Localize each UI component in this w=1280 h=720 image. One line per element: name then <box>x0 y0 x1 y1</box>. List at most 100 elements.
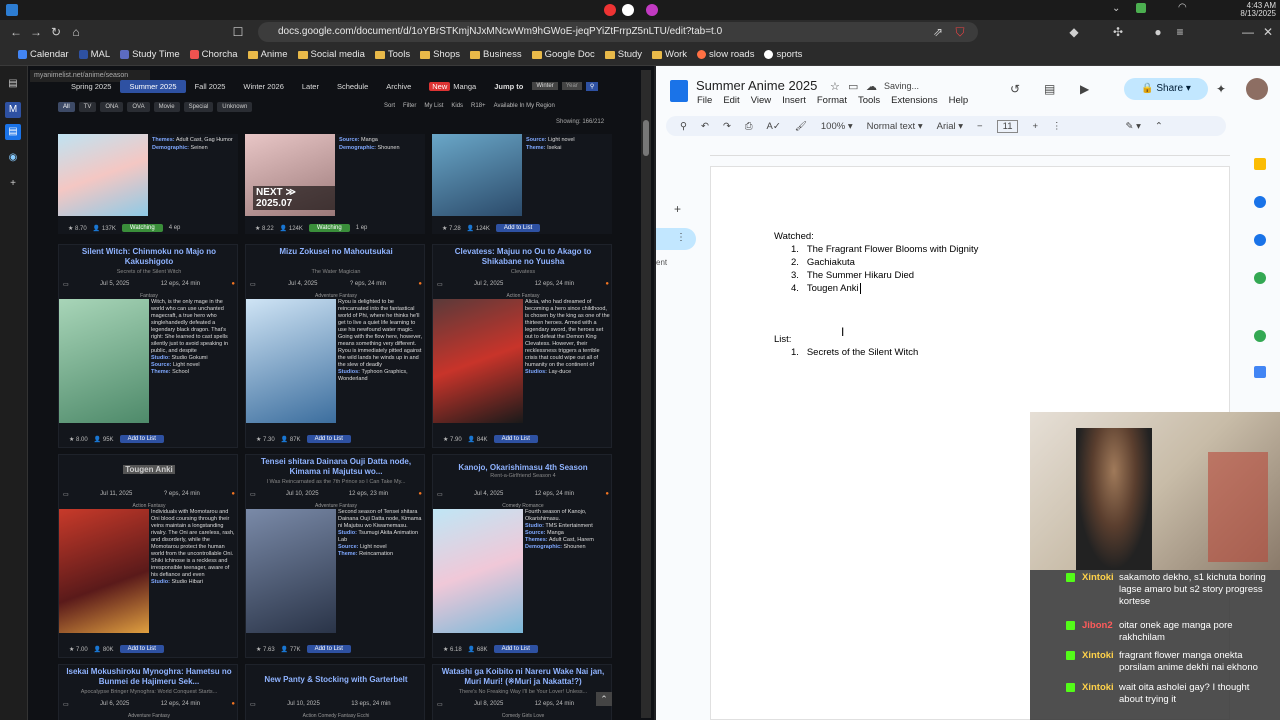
crunchyroll-icon[interactable]: ● <box>231 281 235 288</box>
region-checkbox[interactable]: Available In My Region <box>494 103 555 109</box>
anime-poster[interactable] <box>58 134 148 216</box>
filter-ova[interactable]: OVA <box>127 102 150 112</box>
watching-button[interactable]: Watching <box>121 224 163 232</box>
anime-title[interactable]: Mizu Zokusei no Mahoutsukai <box>250 247 422 257</box>
paint-format-icon[interactable]: 🖌 <box>795 121 807 132</box>
address-bar[interactable]: docs.google.com/document/d/1oYBrSTKmjNJx… <box>258 22 978 42</box>
jump-season-select[interactable]: Winter <box>532 82 558 90</box>
add-to-list-button[interactable]: Add to List <box>119 645 164 653</box>
bookmark-google-doc[interactable]: Google Doc <box>531 49 595 60</box>
keep-icon[interactable] <box>1254 158 1266 170</box>
outlook-icon[interactable] <box>1254 366 1266 378</box>
anime-title[interactable]: New Panty & Stocking with Garterbelt <box>250 675 422 685</box>
extension-icon[interactable] <box>622 4 634 16</box>
anime-poster[interactable] <box>432 134 522 216</box>
bookmark-slow-roads[interactable]: slow roads <box>697 49 754 60</box>
anime-title[interactable]: Watashi ga Koibito ni Nareru Wake Nai ja… <box>437 667 609 687</box>
add-icon[interactable]: + <box>5 176 21 192</box>
crunchyroll-icon[interactable]: ● <box>418 491 422 498</box>
anime-poster[interactable] <box>246 509 336 633</box>
sort-dropdown[interactable]: Sort <box>384 103 395 109</box>
docs-logo-icon[interactable] <box>670 80 688 102</box>
anime-poster[interactable] <box>59 509 149 633</box>
add-tab-icon[interactable]: + <box>674 202 681 216</box>
home-icon[interactable]: ⌂ <box>68 24 84 40</box>
add-to-list-button[interactable]: Add to List <box>119 435 164 443</box>
anime-poster[interactable] <box>59 299 149 423</box>
move-folder-icon[interactable]: ▭ <box>848 80 858 93</box>
more-icon[interactable]: ⋮ <box>1052 121 1062 132</box>
filter-all[interactable]: All <box>58 102 75 112</box>
search-menu-icon[interactable]: ⚲ <box>680 121 687 132</box>
mal-icon[interactable]: M <box>5 102 21 118</box>
bookmark-study-time[interactable]: Study Time <box>120 49 180 60</box>
meet-icon[interactable]: ▶ <box>1080 82 1089 96</box>
bookmark-work[interactable]: Work <box>652 49 687 60</box>
forward-icon[interactable]: → <box>28 24 44 40</box>
menu-view[interactable]: View <box>751 95 771 106</box>
bookmark-calendar[interactable]: Calendar <box>18 49 69 60</box>
pen-icon[interactable]: ✎ ▾ <box>1126 121 1141 132</box>
back-icon[interactable]: ← <box>8 24 24 40</box>
menu-file[interactable]: File <box>697 95 712 106</box>
anime-title[interactable]: Clevatess: Majuu no Ou to Akago to Shika… <box>437 247 609 267</box>
minimize-icon[interactable]: — <box>1240 24 1256 40</box>
anime-poster[interactable] <box>433 509 523 633</box>
menu-icon[interactable]: ≡ <box>1172 24 1188 40</box>
add-to-list-button[interactable]: Add to List <box>495 224 541 232</box>
add-to-list-button[interactable]: Add to List <box>306 435 351 443</box>
anime-poster[interactable]: NEXT ≫ 2025.07 <box>245 134 335 216</box>
font-size-decrease[interactable]: − <box>977 121 983 132</box>
anime-title[interactable]: Kanojo, Okarishimasu 4th Season <box>437 463 609 473</box>
chevron-up-icon[interactable]: ⌃ <box>1155 121 1163 132</box>
anime-title[interactable]: Tensei shitara Dainana Ouji Datta node, … <box>250 457 422 477</box>
filter-movie[interactable]: Movie <box>153 102 180 112</box>
app-icon[interactable]: ◉ <box>5 150 21 166</box>
profile-icon[interactable]: ● <box>1150 24 1166 40</box>
tray-icon[interactable] <box>1136 3 1146 13</box>
menu-extensions[interactable]: Extensions <box>891 95 937 106</box>
bookmark-sports[interactable]: sports <box>764 49 802 60</box>
tab-later[interactable]: Later <box>293 80 328 93</box>
bookmark-study[interactable]: Study <box>604 49 642 60</box>
my-list-dropdown[interactable]: My List <box>424 103 443 109</box>
manga-link[interactable]: New Manga <box>420 80 485 93</box>
bookmark-social-media[interactable]: Social media <box>297 49 365 60</box>
zoom-select[interactable]: 100% ▾ <box>821 121 853 132</box>
close-icon[interactable]: ✕ <box>1260 24 1276 40</box>
episode-count[interactable]: 1 ep <box>356 225 368 231</box>
panel-icon[interactable]: ▤ <box>5 76 21 92</box>
avatar[interactable] <box>1246 78 1268 100</box>
tab-winter-2026[interactable]: Winter 2026 <box>234 80 292 93</box>
style-select[interactable]: Normal text ▾ <box>867 121 923 132</box>
tasks-icon[interactable] <box>1254 196 1266 208</box>
bookmark-chorcha[interactable]: Chorcha <box>189 49 238 60</box>
menu-tools[interactable]: Tools <box>858 95 880 106</box>
anime-poster[interactable] <box>433 299 523 423</box>
anime-poster[interactable] <box>246 299 336 423</box>
anime-title[interactable]: Silent Witch: Chinmoku no Majo no Kakush… <box>63 247 235 267</box>
maps-icon[interactable] <box>1254 272 1266 284</box>
windows-start-icon[interactable] <box>6 4 18 16</box>
add-to-list-button[interactable]: Add to List <box>493 435 538 443</box>
reload-icon[interactable]: ↻ <box>48 24 64 40</box>
system-clock[interactable]: 4:43 AM 8/13/2025 <box>1230 2 1276 18</box>
crunchyroll-icon[interactable]: ● <box>418 281 422 288</box>
tab-summer-2025[interactable]: Summer 2025 <box>120 79 186 93</box>
menu-edit[interactable]: Edit <box>723 95 739 106</box>
bookmark-mal[interactable]: MAL <box>78 49 110 60</box>
redo-icon[interactable]: ↷ <box>723 121 731 132</box>
bookmark-tools[interactable]: Tools <box>374 49 410 60</box>
bookmark-business[interactable]: Business <box>470 49 522 60</box>
crunchyroll-icon[interactable]: ● <box>231 491 235 498</box>
undo-icon[interactable]: ↶ <box>701 121 709 132</box>
addon-icon[interactable] <box>1254 330 1266 342</box>
menu-format[interactable]: Format <box>817 95 847 106</box>
mal-scrollbar[interactable] <box>641 70 651 718</box>
spellcheck-icon[interactable]: A✓ <box>767 121 781 132</box>
tab-spring-2025[interactable]: Spring 2025 <box>62 80 120 93</box>
add-to-list-button[interactable]: Add to List <box>306 645 351 653</box>
menu-insert[interactable]: Insert <box>782 95 806 106</box>
menu-help[interactable]: Help <box>949 95 969 106</box>
add-to-list-button[interactable]: Add to List <box>493 645 538 653</box>
